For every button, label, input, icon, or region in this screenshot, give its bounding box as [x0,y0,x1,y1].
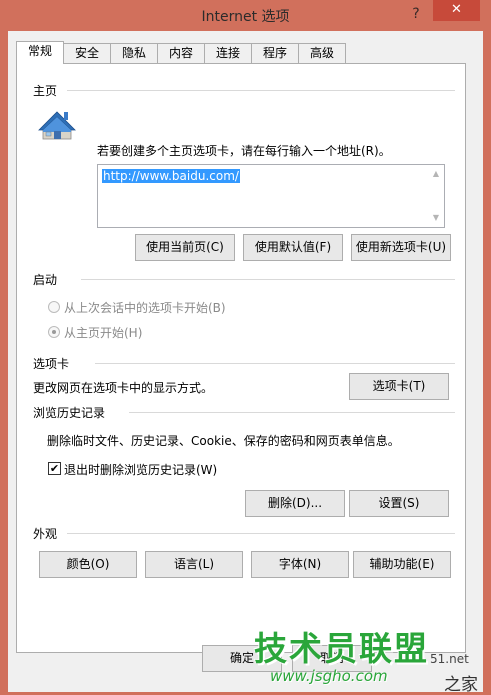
section-history-label: 浏览历史记录 [33,406,106,420]
tab-general[interactable]: 常规 [16,41,64,64]
radio-homepage-label: 从主页开始(H) [64,326,143,340]
radio-homepage[interactable] [48,326,60,338]
tab-programs[interactable]: 程序 [251,43,299,63]
tab-content[interactable]: 内容 [157,43,205,63]
dialog-client: 常规 安全 隐私 内容 连接 程序 高级 主页 若要创建多个主页选项卡，请在每行… [8,31,483,692]
section-tabs-label: 选项卡 [33,357,70,371]
use-current-button[interactable]: 使用当前页(C) [135,234,235,261]
tab-security[interactable]: 安全 [63,43,111,63]
tab-connections[interactable]: 连接 [204,43,252,63]
use-new-tab-button[interactable]: 使用新选项卡(U) [351,234,451,261]
watermark-url: www.jsgho.com [270,667,388,685]
homepage-url-field[interactable]: http://www.baidu.com/ ▲ ▼ [97,164,445,228]
divider [81,279,455,280]
radio-last-session[interactable] [48,301,60,313]
close-button[interactable]: ✕ [433,0,480,21]
section-homepage-label: 主页 [33,84,58,98]
divider [67,533,455,534]
use-default-button[interactable]: 使用默认值(F) [243,234,343,261]
divider [67,90,455,91]
tab-advanced[interactable]: 高级 [298,43,346,63]
tabs-settings-button[interactable]: 选项卡(T) [349,373,449,400]
scroll-up-icon[interactable]: ▲ [428,167,444,181]
tabs-description: 更改网页在选项卡中的显示方式。 [33,381,214,395]
title-bar: Internet 选项 ? ✕ [0,0,491,30]
delete-on-exit-checkbox[interactable]: ✔ [48,462,61,475]
textarea-scrollbar[interactable]: ▲ ▼ [428,165,444,227]
scroll-down-icon[interactable]: ▼ [428,211,444,225]
watermark-fragment: 51.net [430,652,469,666]
colors-button[interactable]: 颜色(O) [39,551,137,578]
homepage-instruction: 若要创建多个主页选项卡，请在每行输入一个地址(R)。 [97,144,391,158]
languages-button[interactable]: 语言(L) [145,551,243,578]
radio-last-session-label: 从上次会话中的选项卡开始(B) [64,301,226,315]
divider [95,363,455,364]
delete-history-button[interactable]: 删除(D)... [245,490,345,517]
help-button[interactable]: ? [404,4,428,24]
watermark-brand: 技术员联盟 [254,629,429,668]
fonts-button[interactable]: 字体(N) [251,551,349,578]
accessibility-button[interactable]: 辅助功能(E) [353,551,451,578]
section-startup-label: 启动 [33,273,58,287]
watermark-fragment: 之家 [444,675,478,695]
homepage-url-value: http://www.baidu.com/ [102,169,240,183]
history-description: 删除临时文件、历史记录、Cookie、保存的密码和网页表单信息。 [47,434,400,448]
general-panel: 主页 若要创建多个主页选项卡，请在每行输入一个地址(R)。 http://www… [16,63,466,653]
divider [129,412,455,413]
delete-on-exit-label: 退出时删除浏览历史记录(W) [64,463,218,477]
history-settings-button[interactable]: 设置(S) [349,490,449,517]
house-icon [38,111,76,140]
section-appearance-label: 外观 [33,527,58,541]
tab-privacy[interactable]: 隐私 [110,43,158,63]
